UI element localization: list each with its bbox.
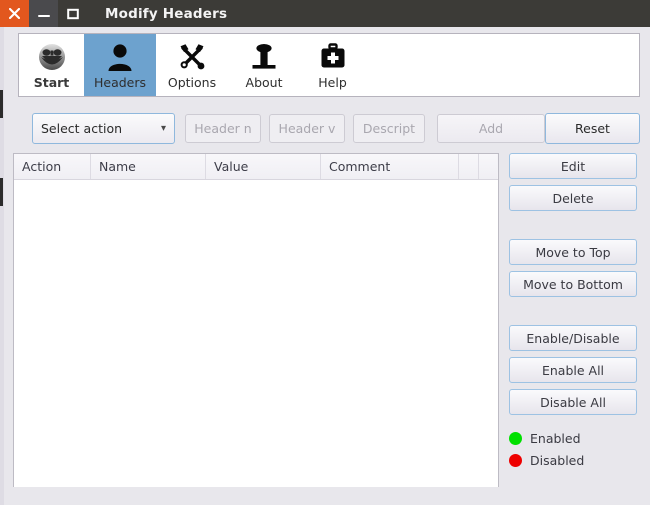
headers-table: Action Name Value Comment [13, 153, 499, 487]
header-name-input[interactable]: Header n [185, 114, 261, 143]
legend-label-enabled: Enabled [530, 430, 581, 446]
column-header-extra-2[interactable] [479, 154, 497, 179]
toolbar-label-headers: Headers [93, 75, 147, 90]
info-icon [249, 40, 279, 74]
status-legend: Enabled Disabled [509, 427, 637, 471]
toolbar-item-options[interactable]: Options [156, 34, 228, 96]
disabled-dot-icon [509, 453, 522, 467]
modify-headers-window: Modify Headers Start Headers Options Abo… [0, 0, 650, 505]
edge-tick-upper [0, 90, 3, 118]
chevron-down-icon: ▾ [160, 123, 166, 134]
edit-button[interactable]: Edit [509, 153, 637, 179]
add-button[interactable]: Add [437, 114, 545, 143]
column-header-comment[interactable]: Comment [321, 154, 459, 179]
column-header-value[interactable]: Value [206, 154, 321, 179]
toolbar-label-help: Help [318, 75, 347, 90]
select-action-value: Select action [41, 121, 123, 136]
select-action-dropdown[interactable]: Select action ▾ [32, 113, 175, 144]
move-to-top-button[interactable]: Move to Top [509, 239, 637, 265]
header-value-input[interactable]: Header v [269, 114, 345, 143]
description-input[interactable]: Descript [353, 114, 425, 143]
table-body[interactable] [14, 180, 498, 487]
enable-disable-button[interactable]: Enable/Disable [509, 325, 637, 351]
legend-label-disabled: Disabled [530, 452, 585, 468]
toolbar-item-about[interactable]: About [228, 34, 300, 96]
delete-button[interactable]: Delete [509, 185, 637, 211]
window-title: Modify Headers [105, 5, 228, 22]
tools-icon [177, 40, 207, 74]
table-header-row: Action Name Value Comment [14, 154, 498, 180]
enabled-dot-icon [509, 431, 522, 445]
person-icon [105, 40, 135, 74]
window-left-edge [0, 27, 4, 505]
toolbar-label-start: Start [33, 75, 70, 90]
toolbar-label-about: About [245, 75, 283, 90]
minimize-icon[interactable] [29, 0, 58, 27]
button-group-divider-1 [509, 217, 637, 239]
move-to-bottom-button[interactable]: Move to Bottom [509, 271, 637, 297]
smiley-mask-icon [37, 40, 67, 74]
toolbar-item-headers[interactable]: Headers [84, 34, 156, 96]
close-icon[interactable] [0, 0, 29, 27]
action-row: Select action ▾ Header n Header v Descri… [18, 113, 640, 145]
edge-tick-lower [0, 178, 3, 206]
column-header-name[interactable]: Name [91, 154, 206, 179]
toolbar-item-help[interactable]: Help [300, 34, 365, 96]
side-button-panel: Edit Delete Move to Top Move to Bottom E… [509, 153, 637, 471]
toolbar-label-options: Options [167, 75, 217, 90]
maximize-icon[interactable] [58, 0, 87, 27]
disable-all-button[interactable]: Disable All [509, 389, 637, 415]
legend-disabled: Disabled [509, 449, 637, 471]
titlebar: Modify Headers [0, 0, 650, 27]
button-group-divider-2 [509, 303, 637, 325]
column-header-extra-1[interactable] [459, 154, 479, 179]
enable-all-button[interactable]: Enable All [509, 357, 637, 383]
main-toolbar: Start Headers Options About Help [18, 33, 640, 97]
toolbar-item-start[interactable]: Start [19, 34, 84, 96]
column-header-action[interactable]: Action [14, 154, 91, 179]
legend-enabled: Enabled [509, 427, 637, 449]
reset-button[interactable]: Reset [545, 113, 640, 144]
first-aid-kit-icon [318, 40, 348, 74]
